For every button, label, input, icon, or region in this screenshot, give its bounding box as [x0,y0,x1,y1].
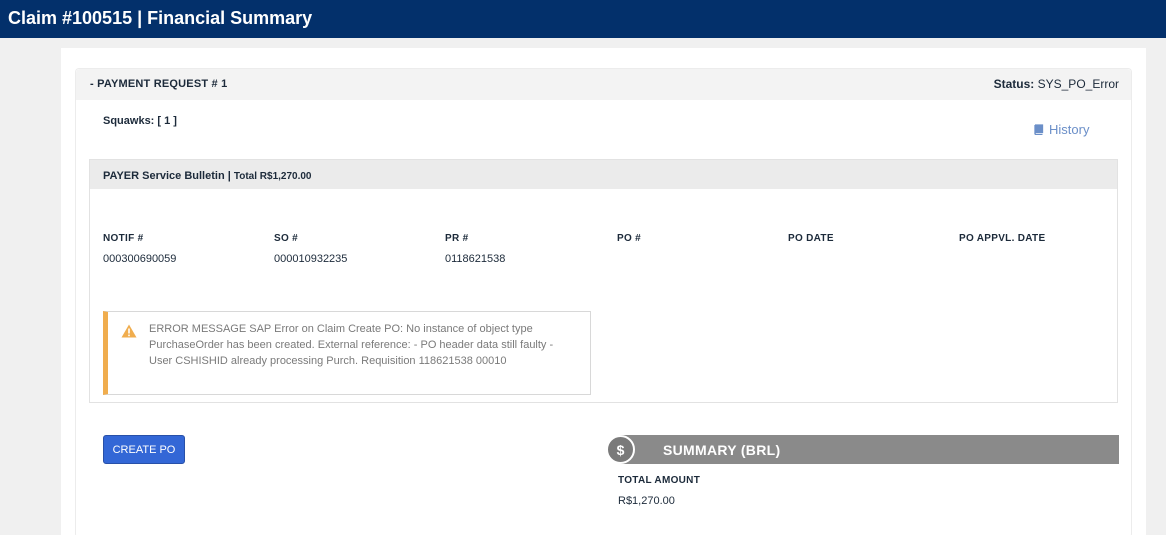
status-label: Status: [993,77,1035,91]
payer-title: PAYER Service Bulletin | Total R$1,270.0… [103,170,312,182]
payer-header: PAYER Service Bulletin | Total R$1,270.0… [90,160,1117,189]
dollar-icon: $ [606,435,635,464]
po-appvl-date-label: PO APPVL. DATE [959,233,1046,244]
payer-name: PAYER Service Bulletin | [103,170,231,182]
pr-label: PR # [445,233,469,244]
book-icon [1034,124,1044,135]
payer-total: Total R$1,270.00 [233,171,312,182]
payment-request-title[interactable]: - PAYMENT REQUEST # 1 [90,78,227,90]
page-title: Claim #100515 | Financial Summary [8,8,313,28]
po-date-label: PO DATE [788,233,834,244]
squawks-count: Squawks: [ 1 ] [103,115,177,127]
notif-value: 000300690059 [103,253,177,265]
total-amount-value: R$1,270.00 [618,495,675,507]
summary-title: SUMMARY (BRL) [663,442,781,458]
create-po-button[interactable]: CREATE PO [103,435,185,464]
notif-label: NOTIF # [103,233,144,244]
payment-request-card: - PAYMENT REQUEST # 1 Status: SYS_PO_Err… [75,68,1132,535]
main-panel: - PAYMENT REQUEST # 1 Status: SYS_PO_Err… [61,48,1146,535]
so-value: 000010932235 [274,253,348,265]
warning-icon [121,324,137,338]
pr-value: 0118621538 [445,253,506,265]
top-bar: Claim #100515 | Financial Summary [0,0,1166,38]
po-label: PO # [617,233,641,244]
history-label: History [1049,122,1090,137]
total-amount-label: TOTAL AMOUNT [618,475,701,486]
status-value: SYS_PO_Error [1037,77,1119,91]
error-message-text: ERROR MESSAGE SAP Error on Claim Create … [149,323,554,367]
payment-request-header[interactable]: - PAYMENT REQUEST # 1 Status: SYS_PO_Err… [76,69,1131,100]
so-label: SO # [274,233,298,244]
payer-section: PAYER Service Bulletin | Total R$1,270.0… [89,159,1118,403]
error-message-box: ERROR MESSAGE SAP Error on Claim Create … [103,311,591,395]
status-indicator: Status: SYS_PO_Error [994,77,1119,91]
summary-header: $ SUMMARY (BRL) [606,435,1119,464]
history-link[interactable]: History [1033,122,1089,137]
